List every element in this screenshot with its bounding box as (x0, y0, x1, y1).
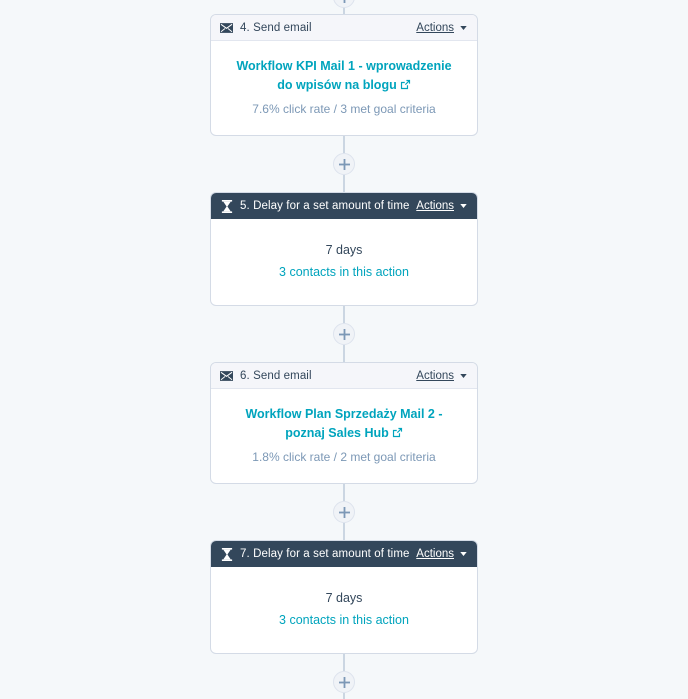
plus-icon (343, 0, 345, 3)
card-header: 7. Delay for a set amount of time Action… (211, 541, 477, 567)
connector-line (343, 136, 345, 153)
actions-dropdown[interactable]: Actions (416, 370, 467, 382)
add-step-button[interactable] (333, 501, 355, 523)
workflow-step-card-delay[interactable]: 7. Delay for a set amount of time Action… (210, 540, 478, 654)
actions-dropdown[interactable]: Actions (416, 200, 467, 212)
chevron-down-icon (460, 373, 467, 378)
actions-label: Actions (416, 548, 454, 560)
email-stats: 1.8% click rate / 2 met goal criteria (252, 450, 436, 464)
connector-line (343, 306, 345, 323)
contacts-in-action-link[interactable]: 3 contacts in this action (279, 263, 409, 281)
external-link-icon (400, 79, 411, 90)
envelope-icon (220, 21, 233, 34)
hourglass-icon (220, 547, 233, 561)
connector-line (343, 693, 345, 699)
envelope-icon (220, 369, 233, 382)
plus-icon (338, 506, 350, 518)
card-header: 4. Send email Actions (211, 15, 477, 41)
connector-line (343, 345, 345, 362)
card-body: Workflow KPI Mail 1 - wprowadzenie do wp… (211, 41, 477, 135)
contacts-in-action-link[interactable]: 3 contacts in this action (279, 611, 409, 629)
card-body: 7 days 3 contacts in this action (211, 219, 477, 305)
card-header-title: 4. Send email (240, 21, 312, 34)
actions-label: Actions (416, 200, 454, 212)
chevron-down-icon (460, 552, 467, 556)
actions-label: Actions (416, 21, 454, 34)
chevron-down-icon (460, 25, 467, 30)
external-link-icon (392, 427, 403, 438)
actions-label: Actions (416, 369, 454, 382)
card-header-title: 7. Delay for a set amount of time (240, 548, 410, 560)
card-body: 7 days 3 contacts in this action (211, 567, 477, 653)
connector-line (343, 175, 345, 192)
workflow-canvas: 4. Send email Actions Workflow KPI Mail … (0, 0, 688, 699)
email-name-link[interactable]: Workflow Plan Sprzedaży Mail 2 - poznaj … (245, 407, 442, 440)
card-header-title: 6. Send email (240, 369, 312, 382)
actions-dropdown[interactable]: Actions (416, 22, 467, 34)
actions-dropdown[interactable]: Actions (416, 548, 467, 560)
card-header: 6. Send email Actions (211, 363, 477, 389)
hourglass-icon (220, 199, 233, 213)
email-name-text: Workflow Plan Sprzedaży Mail 2 - poznaj … (245, 407, 443, 440)
add-step-button[interactable] (333, 671, 355, 693)
connector-line (343, 654, 345, 671)
connector-line (343, 523, 345, 540)
email-stats: 7.6% click rate / 3 met goal criteria (252, 102, 436, 116)
workflow-step-card-email[interactable]: 4. Send email Actions Workflow KPI Mail … (210, 14, 478, 136)
chevron-down-icon (460, 204, 467, 208)
card-body: Workflow Plan Sprzedaży Mail 2 - poznaj … (211, 389, 477, 483)
card-header-title: 5. Delay for a set amount of time (240, 200, 410, 212)
add-step-button[interactable] (333, 153, 355, 175)
add-step-button[interactable] (333, 0, 355, 8)
delay-duration: 7 days (325, 591, 363, 605)
delay-duration: 7 days (325, 243, 363, 257)
plus-icon (338, 676, 350, 688)
connector-line (343, 484, 345, 501)
card-header: 5. Delay for a set amount of time Action… (211, 193, 477, 219)
add-step-button[interactable] (333, 323, 355, 345)
plus-icon (338, 158, 350, 170)
email-name-link[interactable]: Workflow KPI Mail 1 - wprowadzenie do wp… (236, 59, 451, 92)
plus-icon (338, 328, 350, 340)
workflow-step-card-delay[interactable]: 5. Delay for a set amount of time Action… (210, 192, 478, 306)
workflow-step-card-email[interactable]: 6. Send email Actions Workflow Plan Sprz… (210, 362, 478, 484)
email-name-text: Workflow KPI Mail 1 - wprowadzenie do wp… (236, 59, 452, 92)
